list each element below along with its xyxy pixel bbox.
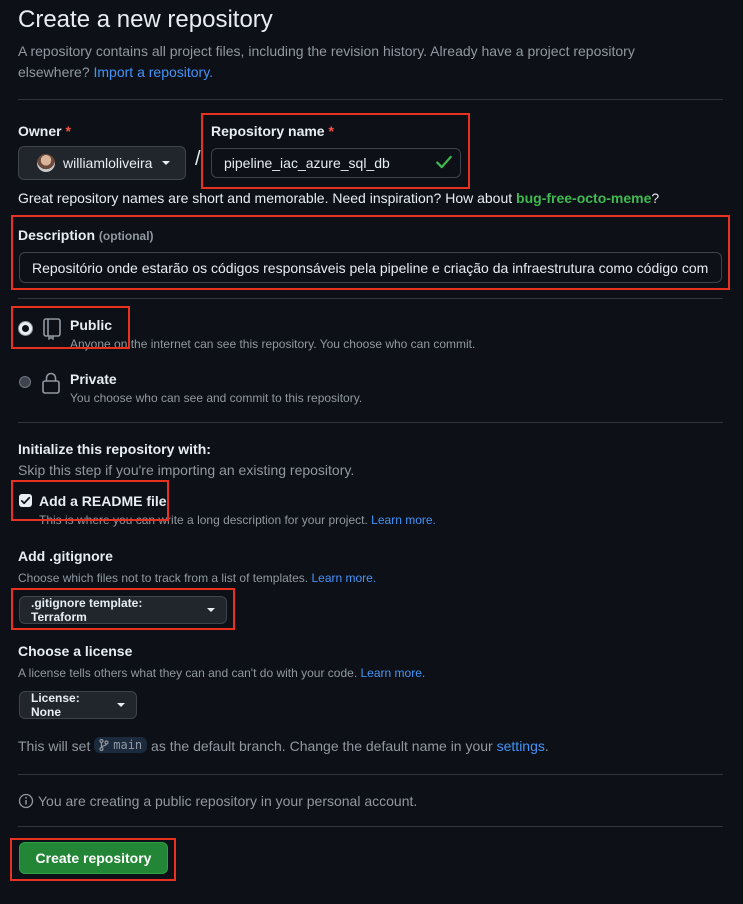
divider: [18, 422, 723, 423]
private-description: You choose who can see and commit to thi…: [70, 391, 363, 405]
required-mark: *: [328, 123, 334, 139]
page-title: Create a new repository: [18, 6, 273, 33]
divider: [18, 99, 723, 100]
gitignore-heading: Add .gitignore: [18, 548, 113, 564]
name-hint: Great repository names are short and mem…: [18, 190, 659, 206]
gitignore-select-label: .gitignore template: Terraform: [31, 596, 143, 624]
license-select-label: License: None: [31, 691, 80, 719]
default-branch-note: This will set main as the default branch…: [18, 737, 549, 754]
branch-name: main: [113, 738, 143, 752]
repo-name-label: Repository name *: [211, 123, 334, 139]
create-repository-button[interactable]: Create repository: [19, 842, 168, 874]
gitignore-template-select[interactable]: .gitignore template: Terraform: [19, 596, 227, 624]
license-heading: Choose a license: [18, 643, 133, 659]
readme-description: This is where you can write a long descr…: [39, 513, 436, 527]
branch-note-end: .: [544, 738, 549, 754]
gitignore-desc-text: Choose which files not to track from a l…: [18, 571, 309, 585]
init-skip-hint: Skip this step if you're importing an ex…: [18, 462, 355, 478]
license-desc-text: A license tells others what they can and…: [18, 666, 358, 680]
chevron-down-icon: [117, 703, 125, 707]
gitignore-learn-more-link[interactable]: Learn more.: [311, 571, 376, 585]
divider: [18, 826, 723, 827]
avatar: [37, 154, 55, 172]
notice-text: You are creating a public repository in …: [38, 793, 418, 809]
branch-note-pre: This will set: [18, 738, 91, 754]
license-description: A license tells others what they can and…: [18, 666, 425, 680]
private-label: Private: [70, 371, 117, 387]
name-hint-end: ?: [651, 190, 660, 206]
repo-name-input[interactable]: [211, 148, 461, 178]
license-select[interactable]: License: None: [19, 691, 137, 719]
branch-note-mid: as the default branch. Change the defaul…: [151, 738, 493, 754]
name-hint-text: Great repository names are short and mem…: [18, 190, 513, 206]
name-suggestion-link[interactable]: bug-free-octo-meme: [516, 190, 651, 206]
gitignore-description: Choose which files not to track from a l…: [18, 571, 376, 585]
readme-label: Add a README file: [39, 493, 167, 509]
public-label: Public: [70, 317, 113, 333]
readme-desc-text: This is where you can write a long descr…: [39, 513, 368, 527]
optional-tag: (optional): [98, 229, 154, 243]
branch-badge: main: [94, 737, 148, 753]
private-radio[interactable]: [19, 376, 31, 388]
owner-select[interactable]: williamloliveira: [18, 146, 186, 180]
lock-icon: [42, 372, 60, 394]
init-heading: Initialize this repository with:: [18, 441, 211, 457]
public-radio[interactable]: [19, 322, 32, 335]
owner-value: williamloliveira: [63, 155, 153, 171]
page-subtitle: A repository contains all project files,…: [18, 41, 708, 83]
checkmark-icon: [20, 496, 31, 505]
required-mark: *: [65, 123, 71, 139]
owner-label-text: Owner: [18, 123, 62, 139]
chevron-down-icon: [162, 161, 171, 165]
repo-name-label-text: Repository name: [211, 123, 325, 139]
repo-icon: [43, 318, 61, 340]
description-label-text: Description: [18, 227, 96, 243]
check-icon: [436, 155, 452, 169]
divider: [18, 298, 723, 299]
info-icon: [18, 793, 34, 809]
readme-learn-more-link[interactable]: Learn more.: [371, 513, 436, 527]
description-label: Description (optional): [18, 227, 154, 243]
public-notice: You are creating a public repository in …: [18, 793, 417, 809]
readme-checkbox[interactable]: [19, 494, 32, 507]
chevron-down-icon: [207, 608, 215, 612]
license-learn-more-link[interactable]: Learn more.: [361, 666, 426, 680]
public-description: Anyone on the internet can see this repo…: [70, 337, 476, 351]
divider: [18, 774, 723, 775]
owner-label: Owner *: [18, 123, 71, 139]
import-repository-link[interactable]: Import a repository.: [94, 64, 214, 80]
owner-repo-separator: /: [195, 148, 201, 170]
git-branch-icon: [99, 739, 109, 751]
settings-link[interactable]: settings: [497, 738, 545, 754]
description-input[interactable]: [19, 252, 722, 283]
